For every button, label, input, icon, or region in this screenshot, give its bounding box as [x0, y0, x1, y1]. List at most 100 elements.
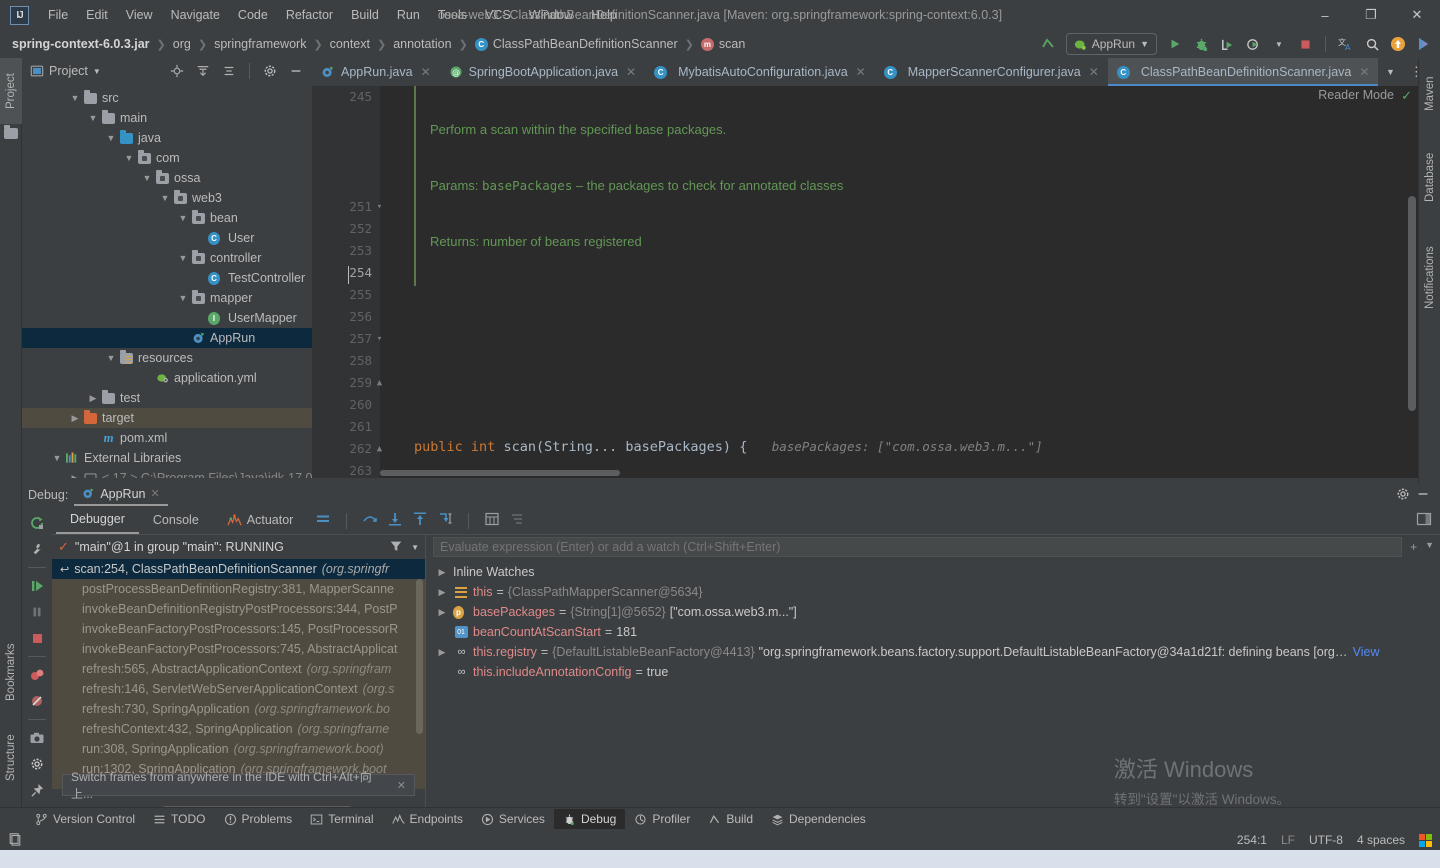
file-encoding[interactable]: UTF-8: [1309, 833, 1343, 847]
sidebar-item-structure[interactable]: Structure: [0, 718, 22, 798]
view-value-link[interactable]: View: [1353, 645, 1380, 659]
tree-node-pom-xml[interactable]: m pom.xml: [22, 428, 312, 448]
update-icon[interactable]: [1386, 32, 1410, 56]
variable-row-beancountatscanstart[interactable]: 01 beanCountAtScanStart = 181: [427, 622, 1440, 642]
menu-vcs[interactable]: VCS: [476, 4, 520, 26]
breadcrumb-jar[interactable]: spring-context-6.0.3.jar: [12, 37, 150, 51]
breadcrumb-springframework[interactable]: springframework: [214, 37, 306, 51]
line-separator[interactable]: LF: [1281, 833, 1295, 847]
bottom-item-build[interactable]: Build: [699, 809, 762, 829]
reader-mode-label[interactable]: Reader Mode: [1318, 88, 1394, 102]
tab-classpathbeandefinitionscanner-java[interactable]: C ClassPathBeanDefinitionScanner.java ✕: [1107, 58, 1379, 86]
frame-row[interactable]: refreshContext:432, SpringApplication (o…: [52, 719, 425, 739]
chevron-down-icon[interactable]: ▼: [68, 93, 82, 103]
editor-vertical-scrollbar[interactable]: [1408, 196, 1416, 411]
tree-node-src[interactable]: ▼ src: [22, 88, 312, 108]
variable-row-basepackages[interactable]: ▶ p basePackages = {String[1]@5652} ["co…: [427, 602, 1440, 622]
tab-debugger[interactable]: Debugger: [56, 507, 139, 534]
inspection-status-icon[interactable]: ✓: [1401, 88, 1412, 104]
bottom-item-problems[interactable]: Problems: [215, 809, 302, 829]
menu-run[interactable]: Run: [388, 4, 429, 26]
breadcrumb-org[interactable]: org: [173, 37, 191, 51]
search-icon[interactable]: [1360, 32, 1384, 56]
breadcrumb-annotation[interactable]: annotation: [393, 37, 451, 51]
chevron-right-icon[interactable]: ▶: [68, 473, 82, 479]
more-options-icon[interactable]: ⋮: [1404, 60, 1428, 84]
bottom-item-services[interactable]: Services: [472, 809, 554, 829]
bottom-item-todo[interactable]: TODO: [144, 809, 214, 829]
caret-position[interactable]: 254:1: [1237, 833, 1267, 847]
collapse-all-icon[interactable]: [217, 59, 241, 83]
tree-node-usermapper[interactable]: I UserMapper: [22, 308, 312, 328]
add-watch-icon[interactable]: +: [1410, 540, 1417, 554]
evaluate-expression-input[interactable]: [433, 537, 1403, 557]
tree-node-testcontroller[interactable]: C TestController: [22, 268, 312, 288]
tree-node-java[interactable]: ▼ java: [22, 128, 312, 148]
thread-selector[interactable]: ✓ "main"@1 in group "main": RUNNING ▼: [52, 535, 425, 559]
chevron-right-icon[interactable]: ▶: [435, 567, 449, 578]
locate-icon[interactable]: [165, 59, 189, 83]
chevron-down-icon[interactable]: ▼: [122, 153, 136, 163]
chevron-down-icon[interactable]: ▼: [86, 113, 100, 123]
chevron-down-icon[interactable]: ▼: [93, 67, 101, 76]
menu-view[interactable]: View: [117, 4, 162, 26]
sidebar-item-bookmarks[interactable]: Bookmarks: [0, 628, 22, 716]
gear-icon[interactable]: [25, 752, 49, 776]
chevron-down-icon[interactable]: ▼: [411, 543, 419, 552]
tab-apprun-java[interactable]: AppRun.java ✕: [312, 58, 440, 86]
evaluate-expression-icon[interactable]: [484, 512, 500, 529]
chevron-right-icon[interactable]: ▶: [435, 647, 449, 658]
menu-tools[interactable]: Tools: [429, 4, 476, 26]
run-configuration-selector[interactable]: AppRun ▼: [1065, 33, 1157, 55]
restore-layout-icon[interactable]: [1416, 512, 1432, 529]
close-icon[interactable]: ✕: [1359, 65, 1369, 79]
chevron-down-icon[interactable]: ▼: [1425, 540, 1434, 554]
layout-settings-icon[interactable]: [509, 512, 525, 529]
mute-breakpoints-icon[interactable]: [25, 689, 49, 713]
close-icon[interactable]: ✕: [856, 65, 866, 79]
resume-program-icon[interactable]: [25, 574, 49, 598]
close-icon[interactable]: ✕: [397, 779, 406, 792]
show-execution-point-icon[interactable]: [315, 512, 331, 529]
frame-row[interactable]: refresh:565, AbstractApplicationContext …: [52, 659, 425, 679]
chevron-right-icon[interactable]: ▶: [68, 413, 82, 424]
camera-icon[interactable]: [25, 726, 49, 750]
close-icon[interactable]: ✕: [1089, 65, 1099, 79]
debug-session-tab[interactable]: AppRun ✕: [74, 485, 168, 506]
frames-vertical-scrollbar[interactable]: [416, 579, 423, 734]
tab-mapperscannerconfigurer-java[interactable]: C MapperScannerConfigurer.java ✕: [875, 58, 1108, 86]
debug-icon[interactable]: [1189, 32, 1213, 56]
chevron-down-icon[interactable]: ▼: [104, 353, 118, 363]
menu-window[interactable]: Window: [520, 4, 582, 26]
variable-row-this-includeannotationconfig[interactable]: ∞ this.includeAnnotationConfig = true: [427, 662, 1440, 682]
tree-node-com[interactable]: ▼ com: [22, 148, 312, 168]
close-button[interactable]: ✕: [1394, 0, 1440, 30]
hide-panel-icon[interactable]: [1416, 487, 1430, 504]
chevron-down-icon[interactable]: ▼: [104, 133, 118, 143]
bottom-item-dependencies[interactable]: Dependencies: [762, 809, 875, 829]
frame-row[interactable]: refresh:146, ServletWebServerApplication…: [52, 679, 425, 699]
frame-row[interactable]: run:308, SpringApplication (org.springfr…: [52, 739, 425, 759]
force-step-into-icon[interactable]: [437, 512, 453, 529]
tree-node-external-libraries[interactable]: ▼ External Libraries: [22, 448, 312, 468]
menu-code[interactable]: Code: [229, 4, 277, 26]
variable-row-this[interactable]: ▶ this = {ClassPathMapperScanner@5634}: [427, 582, 1440, 602]
chevron-down-icon[interactable]: ▼: [176, 293, 190, 303]
tree-node-ossa[interactable]: ▼ ossa: [22, 168, 312, 188]
indent-setting[interactable]: 4 spaces: [1357, 833, 1405, 847]
tree-node-mapper[interactable]: ▼ mapper: [22, 288, 312, 308]
frame-row-current[interactable]: ↩ scan:254, ClassPathBeanDefinitionScann…: [52, 559, 425, 579]
hide-panel-icon[interactable]: [284, 59, 308, 83]
tree-node-application-yml[interactable]: application.yml: [22, 368, 312, 388]
menu-help[interactable]: Help: [582, 4, 626, 26]
tree-node-target[interactable]: ▶ target: [22, 408, 312, 428]
pause-program-icon[interactable]: [25, 600, 49, 624]
bottom-item-endpoints[interactable]: Endpoints: [383, 809, 472, 829]
settings-wrench-icon[interactable]: [25, 537, 49, 561]
menu-edit[interactable]: Edit: [77, 4, 117, 26]
bottom-item-debug[interactable]: Debug: [553, 809, 626, 829]
bottom-item-version-control[interactable]: Version Control: [26, 809, 144, 829]
tree-node-jdk[interactable]: ▶ < 17 > C:\Program Files\Java\jdk-17.0.…: [22, 468, 312, 478]
tab-actuator[interactable]: Actuator: [213, 508, 308, 534]
breadcrumb-class[interactable]: C ClassPathBeanDefinitionScanner: [474, 37, 678, 51]
